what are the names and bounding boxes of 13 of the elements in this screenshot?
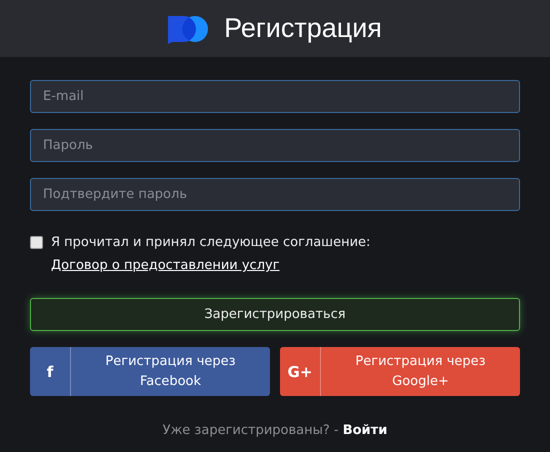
input-field[interactable]: Пароль [30, 129, 520, 162]
input-field[interactable]: E-mail [30, 80, 520, 113]
checkbox[interactable] [30, 236, 43, 249]
login-prompt: Уже зарегистрированы? - Войти [162, 423, 388, 438]
register-button[interactable]: Зарегистрироваться [30, 298, 520, 331]
agreement-link[interactable]: Договор о предоставлении услуг [51, 258, 280, 273]
google-button[interactable]: G+ Регистрация через Google+ [280, 347, 520, 396]
page-title: Регистрация [224, 13, 382, 44]
login-link[interactable]: Войти [342, 423, 388, 438]
facebook-button[interactable]: f Регистрация через Facebook [30, 347, 270, 396]
logo-icon [168, 14, 208, 44]
input-field[interactable]: Подтвердите пароль [30, 178, 520, 211]
agreement-text: Я прочитал и принял следующее соглашение: Договор о предоставлении услуг [51, 234, 372, 275]
